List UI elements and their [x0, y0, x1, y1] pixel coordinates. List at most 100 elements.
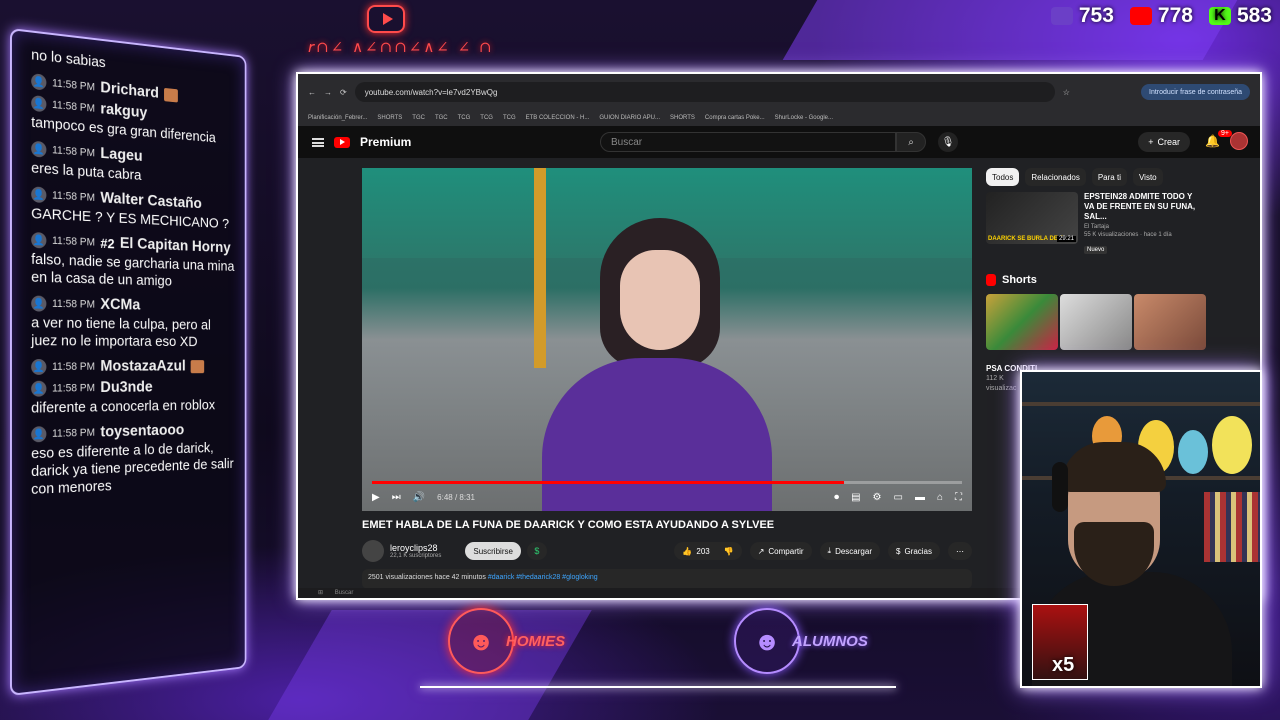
video-title: EMET HABLA DE LA FUNA DE DAARICK Y COMO …	[362, 519, 775, 531]
join-dollar-icon[interactable]: $	[526, 542, 547, 560]
chat-username[interactable]: toysentaooo	[100, 422, 184, 441]
emote-icon	[164, 87, 178, 103]
thumbs-down-icon[interactable]: 👎	[724, 547, 734, 556]
bookmark-item[interactable]: TGC	[412, 115, 425, 121]
next-icon[interactable]: ⏭	[392, 492, 401, 503]
shorts-icon	[986, 274, 996, 286]
chat-message: 👤 11:58 PM #2 El Capitan Horny falso, nadie …	[12, 228, 245, 292]
channel-name[interactable]: leroyclips28	[390, 543, 441, 553]
headset	[1052, 462, 1068, 512]
chat-username[interactable]: Lageu	[100, 145, 142, 166]
bookmark-item[interactable]: TCG	[480, 115, 493, 121]
recommended-thumbnail[interactable]: DAARICK SE BURLA DE S 29:21	[986, 192, 1078, 244]
chat-username[interactable]: El Capitan Horny	[120, 235, 231, 257]
video-duration: 29:21	[1056, 236, 1076, 242]
recommended-title[interactable]: EPSTEIN28 ADMITE TODO Y VA DE FRENTE EN …	[1084, 192, 1204, 222]
chat-timestamp: 11:58 PM	[52, 98, 95, 115]
bookmark-item[interactable]: TCG	[503, 115, 516, 121]
settings-gear-icon[interactable]: ⚙	[873, 492, 882, 503]
chat-timestamp: 11:58 PM	[52, 189, 95, 204]
download-button[interactable]: ⤓ Descargar	[819, 542, 880, 560]
like-count: 203	[696, 546, 710, 556]
filter-chip[interactable]: Para ti	[1091, 168, 1127, 186]
video-player[interactable]: ▶ ⏭ 🔊 6:48 / 8:31 ⏺ ▤ ⚙ ▭ ▬ ⌂ ⛶	[362, 168, 972, 511]
description-tags[interactable]: #daarick #thedaarick28 #glogloking	[488, 574, 598, 581]
windows-start-icon[interactable]: ⊞	[318, 590, 323, 596]
star-icon[interactable]: ☆	[1063, 88, 1070, 97]
account-avatar[interactable]	[1230, 132, 1248, 150]
url-text: youtube.com/watch?v=le7vd2YBwQg	[364, 87, 498, 97]
volume-icon[interactable]: 🔊	[413, 492, 425, 503]
chat-username[interactable]: XCMa	[100, 296, 140, 314]
progress-bar[interactable]	[372, 481, 962, 484]
back-icon[interactable]: ←	[308, 88, 316, 97]
create-button[interactable]: + Crear	[1138, 132, 1190, 152]
like-button[interactable]: 👍 203 👎	[674, 542, 742, 560]
autoplay-toggle-icon[interactable]: ⏺	[834, 492, 839, 503]
neon-divider	[420, 686, 896, 688]
short-item[interactable]	[986, 294, 1058, 350]
taskbar-search[interactable]: Buscar	[335, 590, 354, 596]
recommended-video[interactable]: DAARICK SE BURLA DE S 29:21 EPSTEIN28 AD…	[986, 192, 1256, 256]
miniplayer-icon[interactable]: ▭	[894, 492, 903, 503]
share-button[interactable]: ↗ Compartir	[749, 542, 812, 560]
youtube-icon[interactable]	[334, 136, 350, 148]
filter-chip[interactable]: Visto	[1132, 168, 1163, 186]
alumnos-logo: ☻ ALUMNOS	[734, 608, 868, 674]
thanks-button[interactable]: $ Gracias	[887, 542, 940, 560]
address-bar[interactable]: youtube.com/watch?v=le7vd2YBwQg	[354, 82, 1055, 102]
microphone-icon[interactable]: 🎙	[938, 132, 958, 152]
reload-icon[interactable]: ⟳	[340, 88, 347, 97]
player-time: 6:48 / 8:31	[437, 492, 475, 502]
video-description[interactable]: 2501 visualizaciones hace 42 minutos #da…	[362, 569, 972, 589]
youtube-icon	[1129, 7, 1152, 25]
youtube-logo-icon	[367, 5, 405, 33]
search-input[interactable]: Buscar	[600, 132, 896, 152]
thumbs-up-icon: 👍	[682, 546, 693, 556]
theater-icon[interactable]: ▬	[915, 492, 925, 503]
bookmark-item[interactable]: GUION DIARIO APU...	[599, 115, 660, 121]
bookmark-item[interactable]: SHORTS	[377, 115, 402, 121]
cast-icon[interactable]: ⌂	[937, 492, 943, 503]
fullscreen-icon[interactable]: ⛶	[955, 492, 962, 503]
pokemon-figure	[1212, 416, 1252, 474]
bookmark-item[interactable]: TGC	[435, 115, 448, 121]
short-item[interactable]	[1060, 294, 1132, 350]
short-item[interactable]	[1134, 294, 1206, 350]
chat-timestamp: 11:58 PM	[52, 77, 95, 94]
progress-fill	[372, 481, 844, 484]
bookmarks-bar: Planificación_Febrer... SHORTS TGC TGC TCG TC…	[298, 110, 1260, 126]
kick-icon: K	[1208, 7, 1231, 25]
stream-chat[interactable]: no lo sabias 👤 11:58 PM Drichard 👤 11:58 PM r…	[10, 28, 247, 696]
bookmark-item[interactable]: Compra cartas Poke...	[705, 115, 765, 121]
chat-message: 👤 11:58 PM Du3nde diferente a conocerla en …	[12, 377, 245, 418]
webcam-feed: x5	[1020, 370, 1262, 688]
user-avatar-icon: 👤	[31, 140, 47, 158]
youtube-premium-brand[interactable]: Premium	[360, 135, 411, 149]
password-button[interactable]: Introducir frase de contraseña	[1141, 84, 1250, 100]
captions-icon[interactable]: ▤	[851, 492, 860, 503]
chat-timestamp: 11:58 PM	[52, 426, 95, 440]
create-label: Crear	[1157, 137, 1180, 147]
chat-username[interactable]: Du3nde	[100, 379, 152, 397]
filter-chip[interactable]: Todos	[986, 168, 1020, 186]
twitch-count: 753	[1078, 4, 1114, 27]
bell-icon[interactable]: 🔔	[1205, 134, 1220, 148]
sub-multiplier: x5	[1052, 654, 1075, 676]
bookmark-item[interactable]: ShurLocke - Google...	[775, 115, 833, 121]
bookmark-item[interactable]: TCG	[458, 115, 471, 121]
chat-timestamp: 11:58 PM	[52, 297, 95, 311]
subscribe-button[interactable]: Suscribirse	[465, 542, 521, 560]
filter-chip[interactable]: Relacionados	[1025, 168, 1086, 186]
bookmark-item[interactable]: SHORTS	[670, 115, 695, 121]
chat-username[interactable]: MostazaAzul	[100, 358, 185, 375]
hamburger-menu-icon[interactable]	[312, 137, 324, 147]
bookmark-item[interactable]: Planificación_Febrer...	[308, 115, 367, 121]
forward-icon[interactable]: →	[324, 88, 332, 97]
channel-avatar[interactable]	[362, 540, 384, 562]
chat-username[interactable]: rakguy	[100, 101, 147, 123]
bookmark-item[interactable]: ETB COLECCION - H...	[526, 115, 590, 121]
play-icon[interactable]: ▶	[372, 492, 380, 503]
search-icon[interactable]: ⌕	[896, 132, 926, 152]
more-options-icon[interactable]: ⋯	[948, 542, 972, 560]
